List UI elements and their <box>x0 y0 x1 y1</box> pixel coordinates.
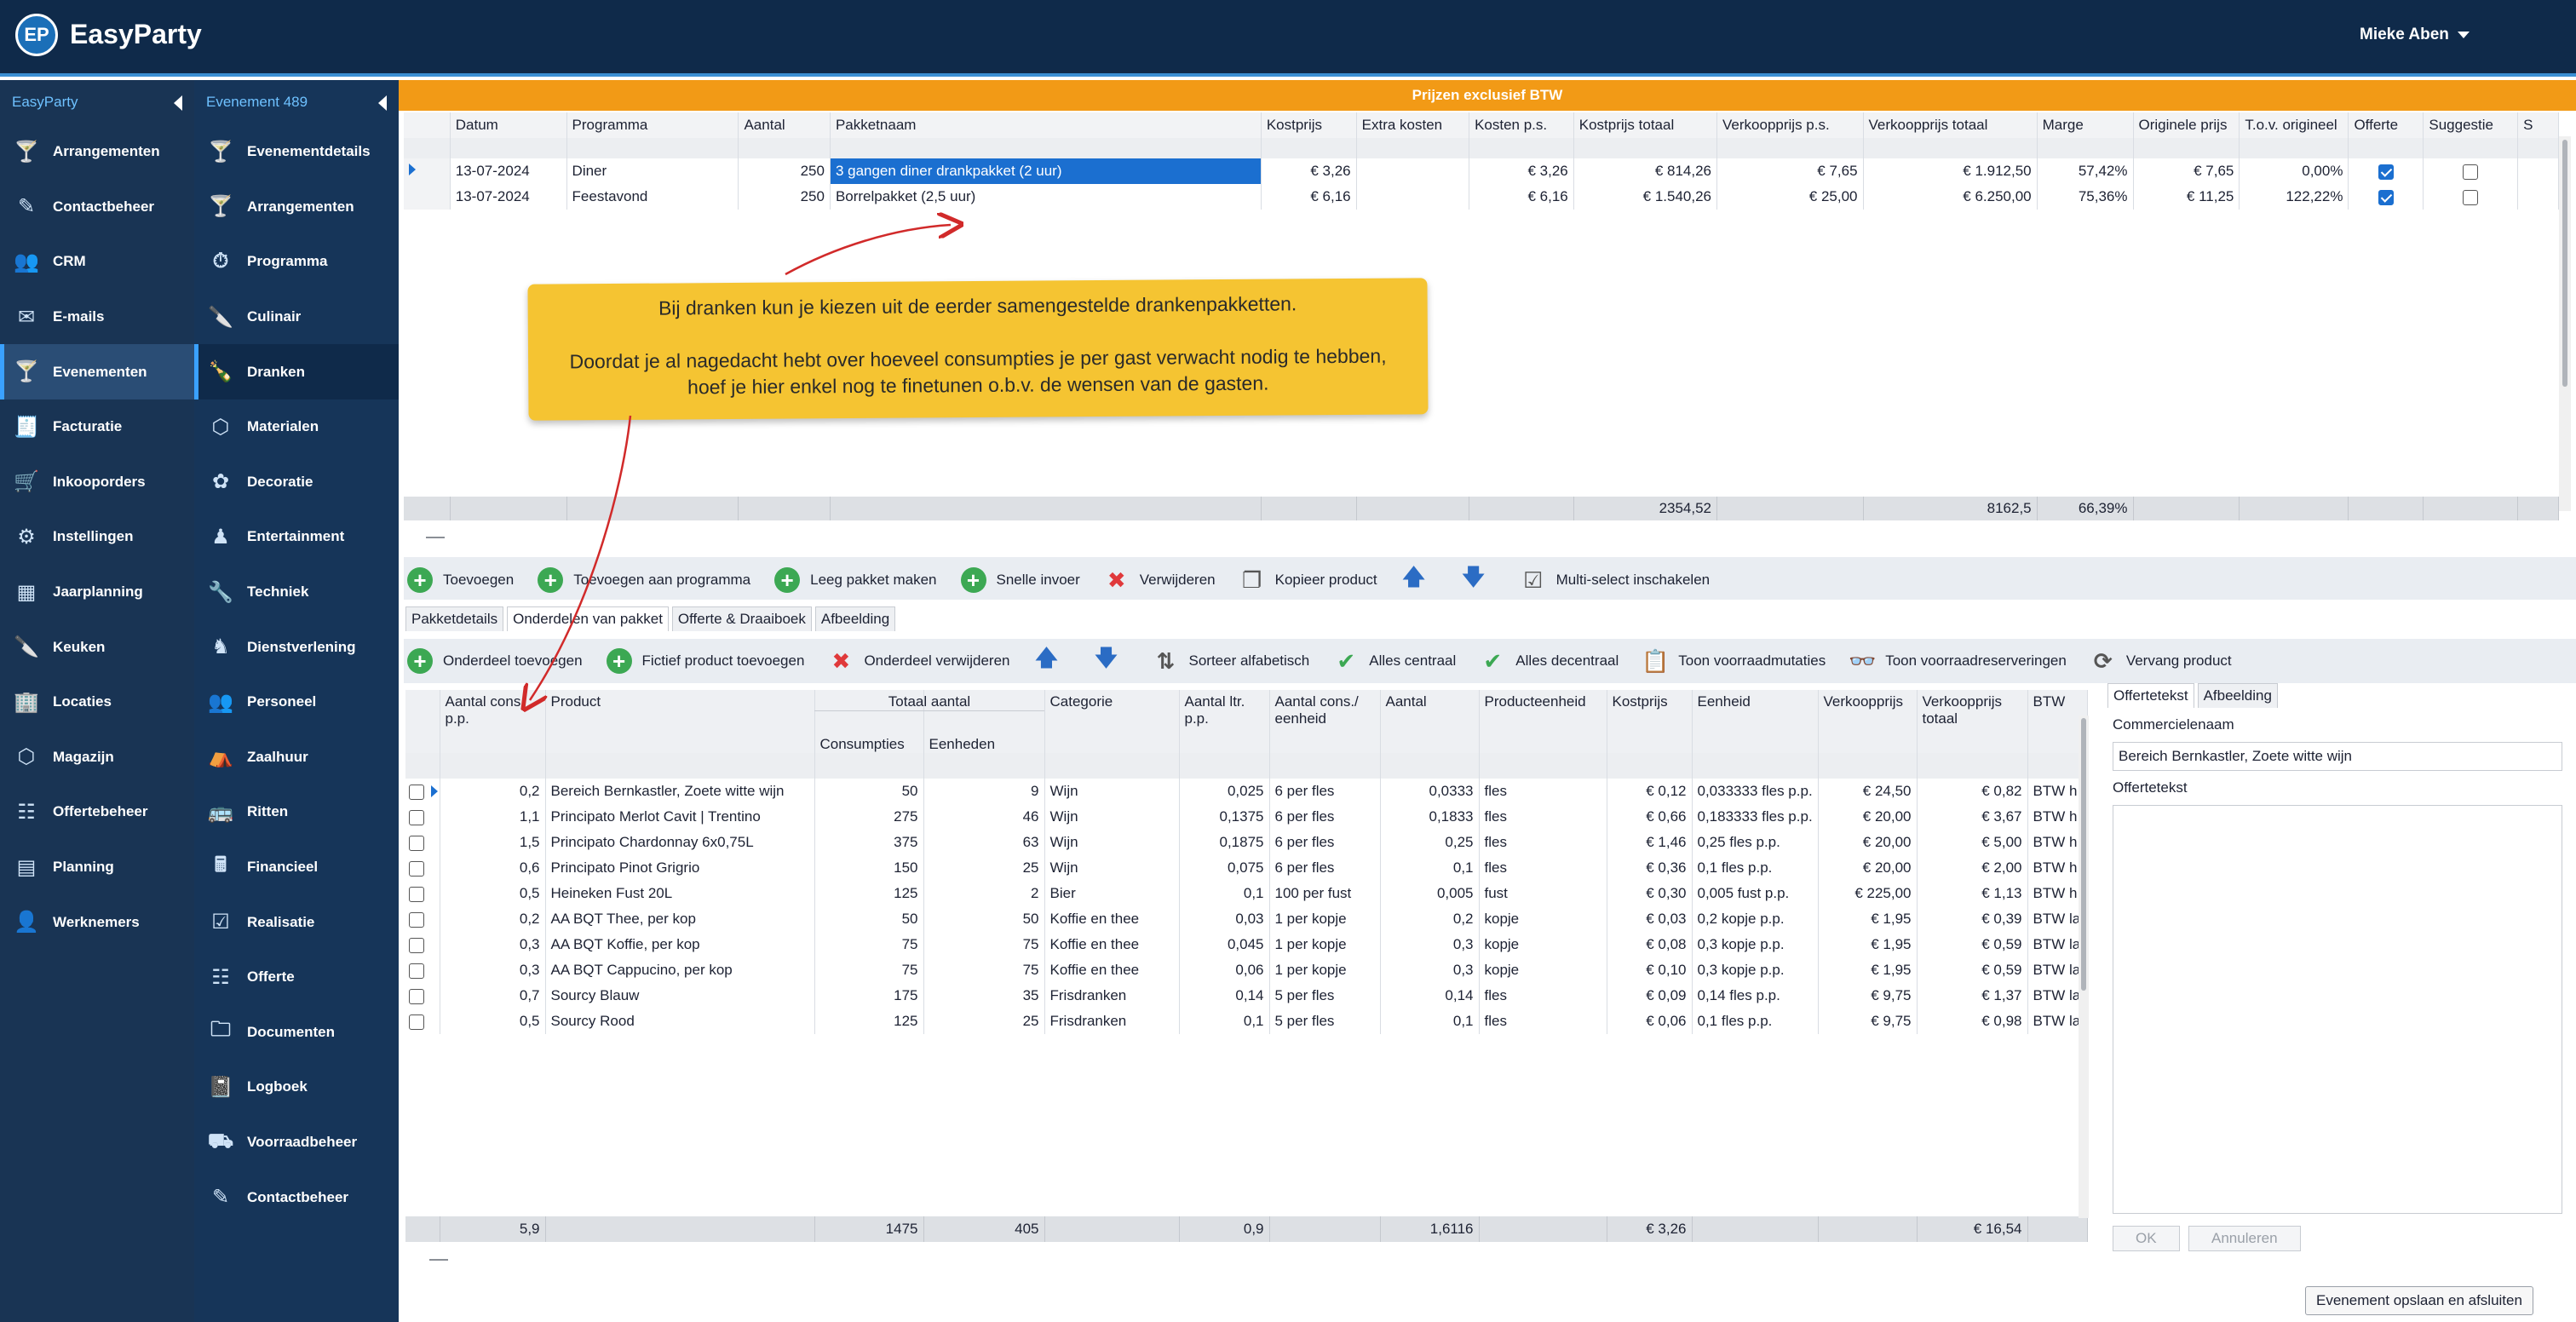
arrow-to-column <box>530 415 632 700</box>
group-header: Totaal aantal <box>814 693 1044 711</box>
arrow-to-package <box>785 225 951 276</box>
annotation-arrows <box>0 0 2576 1322</box>
